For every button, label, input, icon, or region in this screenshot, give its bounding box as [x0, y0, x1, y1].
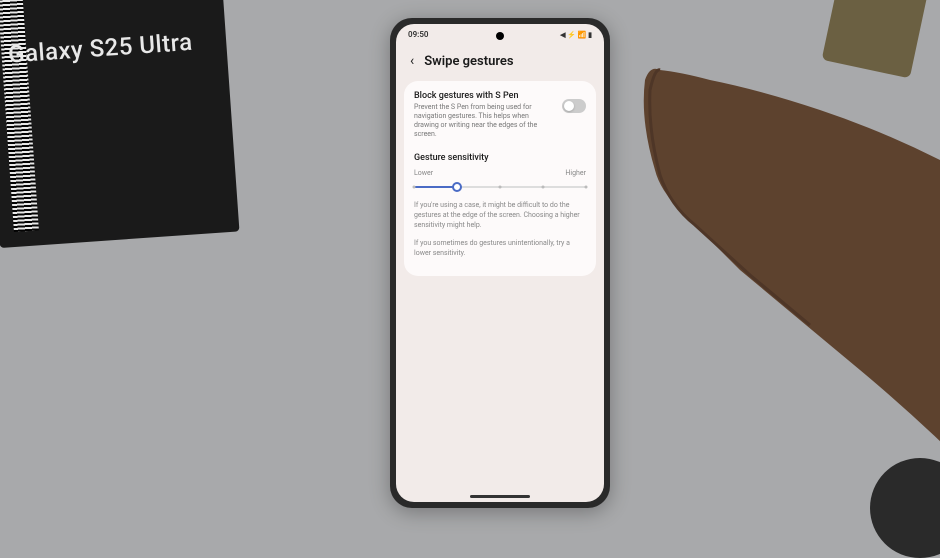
- back-icon[interactable]: ‹: [410, 53, 414, 69]
- status-time: 09:50: [408, 30, 428, 39]
- block-spen-title: Block gestures with S Pen: [414, 91, 554, 101]
- block-spen-setting[interactable]: Block gestures with S Pen Prevent the S …: [414, 91, 586, 139]
- sensitivity-help-2: If you sometimes do gestures unintention…: [414, 239, 586, 259]
- slider-labels: Lower Higher: [414, 169, 586, 177]
- page-header: ‹ Swipe gestures: [396, 41, 604, 77]
- page-title: Swipe gestures: [424, 54, 513, 69]
- status-icons: ◀ ⚡ 📶 ▮: [560, 31, 592, 39]
- higher-label: Higher: [565, 169, 586, 177]
- lower-label: Lower: [414, 169, 433, 177]
- sensitivity-title: Gesture sensitivity: [414, 153, 586, 163]
- sensitivity-help-1: If you're using a case, it might be diff…: [414, 201, 586, 230]
- settings-card: Block gestures with S Pen Prevent the S …: [404, 81, 596, 276]
- phone-device: 09:50 ◀ ⚡ 📶 ▮ ‹ Swipe gestures Block ges…: [390, 18, 610, 508]
- slider-thumb[interactable]: [452, 182, 462, 192]
- barcode: [0, 0, 39, 232]
- product-name: Galaxy S25 Ultra: [7, 28, 193, 69]
- block-spen-desc: Prevent the S Pen from being used for na…: [414, 103, 554, 139]
- phone-screen: 09:50 ◀ ⚡ 📶 ▮ ‹ Swipe gestures Block ges…: [396, 24, 604, 502]
- product-box: Galaxy S25 Ultra: [0, 0, 239, 248]
- block-spen-toggle[interactable]: [562, 99, 586, 113]
- sensitivity-slider[interactable]: [414, 181, 586, 193]
- camera-hole: [496, 32, 504, 40]
- navigation-bar[interactable]: [470, 495, 530, 498]
